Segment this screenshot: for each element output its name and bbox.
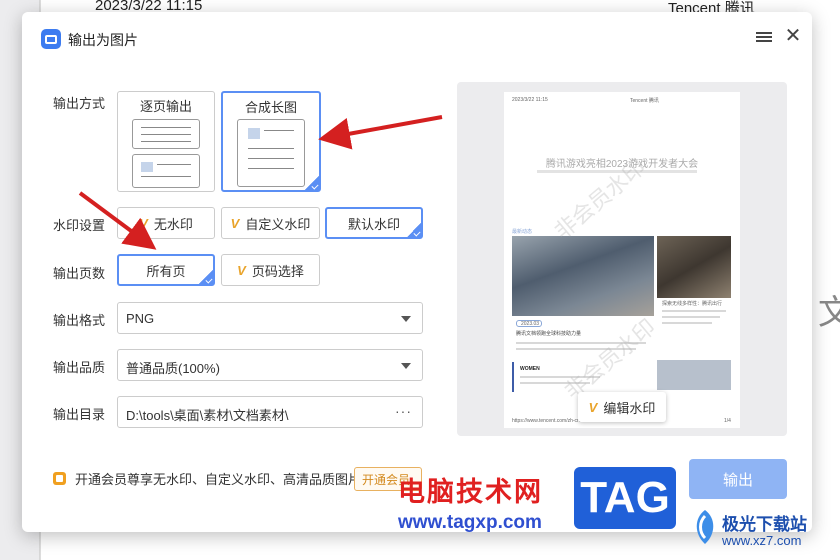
selected-check-icon: [198, 269, 214, 285]
long-image-thumbnail: [237, 119, 305, 187]
download-site-url: www.xz7.com: [722, 533, 802, 548]
preview-photo-side: [657, 236, 731, 298]
pages-select-label: 页码选择: [251, 263, 304, 279]
pages-label: 输出页数: [53, 266, 106, 281]
preview-header-date: 2023/3/22 11:15: [512, 97, 548, 103]
watermark-none-button[interactable]: V 无水印: [117, 207, 215, 239]
vip-v-icon: V: [237, 262, 246, 278]
vip-promo: 开通会员尊享无水印、自定义水印、高清品质图片: [53, 469, 361, 488]
preview-news-title: 腾讯文档领跑全球科技助力量: [516, 331, 582, 337]
preview-tag: 2023.03: [516, 320, 542, 327]
background-deco-text: 文: [818, 294, 840, 332]
watermark-label: 水印设置: [53, 218, 106, 233]
preview-footer-url: https://www.tencent.com/zh-cn/: [512, 418, 582, 424]
download-site-logo-icon: [696, 510, 714, 544]
vip-v-icon: V: [230, 215, 240, 231]
format-value: PNG: [126, 311, 155, 326]
preview-photo-bottom: [657, 360, 731, 390]
quality-label: 输出品质: [53, 360, 106, 375]
mode-label: 输出方式: [53, 96, 106, 111]
selected-check-icon: [304, 175, 320, 191]
preview-header-brand: Tencent 腾讯: [630, 98, 659, 104]
preview-photo-main: [512, 236, 654, 316]
mode-option-per-page[interactable]: 逐页输出: [117, 91, 215, 192]
site-watermark-url: www.tagxp.com: [398, 512, 542, 533]
vip-v-icon: V: [139, 215, 148, 231]
watermark-default-button[interactable]: 默认水印: [325, 207, 423, 239]
export-image-dialog: 输出为图片 ✕ 输出方式 逐页输出 合成长图 水印设置 V 无水印 V 自定义水…: [22, 12, 812, 532]
tag-logo: TAG: [574, 467, 676, 529]
dialog-title: 输出为图片: [68, 32, 138, 48]
preview-panel: 2023/3/22 11:15 Tencent 腾讯 腾讯游戏亮相2023游戏开…: [457, 82, 787, 436]
watermark-custom-label: 自定义水印: [245, 216, 311, 232]
site-watermark-name: 电脑技术网: [398, 477, 543, 507]
mode-option-label: 合成长图: [244, 100, 297, 115]
mode-option-label: 逐页输出: [139, 99, 192, 114]
image-app-icon: [41, 29, 61, 49]
preview-side-title: 探索无线多样性：腾讯出行: [662, 301, 723, 307]
edit-watermark-button[interactable]: V 编辑水印: [578, 392, 666, 422]
selected-check-icon: [406, 222, 422, 238]
preview-page: 2023/3/22 11:15 Tencent 腾讯 腾讯游戏亮相2023游戏开…: [504, 92, 740, 428]
preview-text-line: [662, 322, 712, 324]
watermark-default-label: 默认水印: [347, 216, 400, 232]
edit-watermark-label: 编辑水印: [603, 400, 656, 416]
dialog-titlebar: 输出为图片 ✕: [22, 12, 812, 64]
preview-text-line: [662, 310, 726, 312]
directory-label: 输出目录: [53, 407, 106, 422]
watermark-none-label: 无水印: [153, 216, 193, 232]
per-page-thumbnail-bottom: [132, 154, 200, 188]
mode-option-long-image[interactable]: 合成长图: [221, 91, 321, 192]
preview-section-title: 最新动态: [512, 229, 533, 235]
per-page-thumbnail-top: [132, 119, 200, 149]
pages-all-button[interactable]: 所有页: [117, 254, 215, 286]
format-label: 输出格式: [53, 313, 106, 328]
pages-select-button[interactable]: V 页码选择: [221, 254, 320, 286]
watermark-custom-button[interactable]: V 自定义水印: [221, 207, 320, 239]
preview-footer-page: 1/4: [724, 418, 731, 424]
directory-value: D:\tools\桌面\素材\文档素材\: [126, 408, 289, 423]
close-icon[interactable]: ✕: [784, 26, 802, 46]
more-dots-icon[interactable]: ···: [395, 403, 412, 419]
preview-text-line: [662, 316, 720, 318]
format-select[interactable]: PNG: [117, 302, 423, 334]
chevron-down-icon: [401, 363, 411, 369]
vip-v-icon: V: [588, 399, 598, 415]
export-button[interactable]: 输出: [689, 459, 787, 499]
download-site-name: 极光下载站: [722, 515, 807, 534]
pages-all-label: 所有页: [146, 263, 186, 279]
chevron-down-icon: [401, 316, 411, 322]
vip-crown-icon: [53, 472, 66, 485]
menu-icon[interactable]: [756, 30, 772, 46]
quality-value: 普通品质(100%): [126, 361, 220, 376]
quality-select[interactable]: 普通品质(100%): [117, 349, 423, 381]
directory-field[interactable]: D:\tools\桌面\素材\文档素材\ ···: [117, 396, 423, 428]
vip-promo-text: 开通会员尊享无水印、自定义水印、高清品质图片: [75, 472, 362, 487]
